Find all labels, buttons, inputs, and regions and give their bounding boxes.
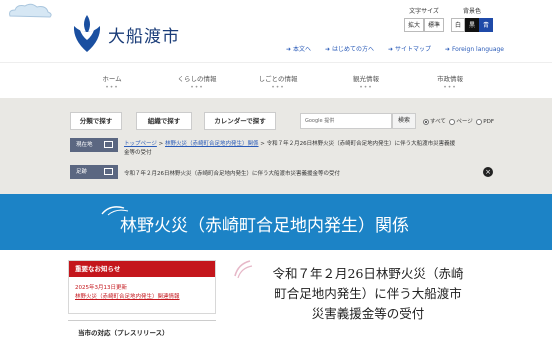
cloud-decoration-icon <box>9 3 52 18</box>
util-link-sitemap[interactable]: ➜ サイトマップ <box>388 46 431 53</box>
bg-white-button[interactable]: 白 <box>451 18 466 32</box>
press-release-heading: 当市の対応（プレスリリース） <box>68 320 216 337</box>
section-banner: 林野火災（赤崎町合足地内発生）関係 <box>0 194 552 250</box>
nav-item-city-admin[interactable]: 市政情報 ••• <box>410 73 490 91</box>
breadcrumb-link-forest-fire[interactable]: 林野火災（赤崎町合足地内発生）関係 <box>165 141 259 147</box>
arrow-right-icon: ➜ <box>324 46 330 53</box>
breadcrumb: トップページ > 林野火災（赤崎町合足地内発生）関係 > 令和７年２月26日林野… <box>124 141 456 156</box>
text-size-label: 文字サイズ <box>409 8 439 15</box>
close-icon[interactable]: × <box>483 167 493 177</box>
site-name[interactable]: 大船渡市 <box>108 22 180 47</box>
utility-links: ➜ 本文へ ➜ はじめての方へ ➜ サイトマップ ➜ Foreign language <box>286 44 516 53</box>
util-link-first-time[interactable]: ➜ はじめての方へ <box>325 46 374 53</box>
arrow-right-icon: ➜ <box>444 46 450 53</box>
text-size-setting: 文字サイズ 拡大 標準 <box>404 6 445 37</box>
bg-blue-button[interactable]: 青 <box>479 18 494 32</box>
footprint-icon <box>104 168 113 175</box>
breadcrumb-current: 令和７年２月26日林野火災（赤崎町合足地内発生）に伴う大船渡市災害義援 <box>266 141 456 147</box>
search-by-calendar-button[interactable]: カレンダーで探す <box>204 112 276 130</box>
nav-item-home[interactable]: ホーム ••• <box>72 73 152 91</box>
arrow-right-icon: ➜ <box>286 46 292 53</box>
location-icon <box>104 141 113 148</box>
scope-radio-page[interactable]: ページ <box>449 118 473 125</box>
search-by-category-button[interactable]: 分類で探す <box>70 112 122 130</box>
breadcrumb-link-top[interactable]: トップページ <box>124 141 157 147</box>
search-submit-button[interactable]: 検索 <box>392 113 416 129</box>
important-notice: 重要なお知らせ 2025年3月13日更新 林野火災（赤崎町合足地内発生）関連情報 <box>68 260 216 314</box>
footprint-tag: 足跡 <box>70 165 118 179</box>
bg-color-setting: 背景色 白黒青 <box>451 6 494 37</box>
global-nav: ホーム ••• くらしの情報 ••• しごとの情報 ••• 観光情報 ••• 市政情報 •… <box>0 62 552 98</box>
site-header: 大船渡市 文字サイズ 拡大 標準 背景色 白黒青 ➜ 本文へ ➜ はじめての方へ ➜ サ… <box>0 0 552 62</box>
text-size-standard-button[interactable]: 標準 <box>424 18 445 32</box>
footprint-link[interactable]: 令和７年２月26日林野火災（赤崎町合足地内発生）に伴う大船渡市災害義援金等の受付 <box>124 169 340 177</box>
radio-selected-icon <box>423 118 429 125</box>
radio-icon <box>476 118 483 125</box>
scope-radio-pdf[interactable]: PDF <box>476 118 494 125</box>
bg-color-label: 背景色 <box>463 8 482 15</box>
breadcrumb-current-cont: 金等の受付 <box>124 150 152 156</box>
nav-item-tourism[interactable]: 観光情報 ••• <box>326 73 406 91</box>
section-title: 林野火災（赤崎町合足地内発生）関係 <box>120 216 409 236</box>
text-size-enlarge-button[interactable]: 拡大 <box>404 18 425 32</box>
notice-link[interactable]: 林野火災（赤崎町合足地内発生）関連情報 <box>69 291 215 301</box>
breadcrumb-tag: 現在地 <box>70 138 118 152</box>
radio-icon <box>449 118 456 125</box>
arrow-right-icon: ➜ <box>387 46 393 53</box>
util-link-main[interactable]: ➜ 本文へ <box>286 46 311 53</box>
site-search-input[interactable]: Google 提供 <box>300 113 392 129</box>
scope-radio-all[interactable]: すべて <box>423 118 446 125</box>
notice-date: 2025年3月13日更新 <box>75 285 127 291</box>
bg-black-button[interactable]: 黒 <box>465 18 480 32</box>
search-by-organization-button[interactable]: 組織で探す <box>136 112 192 130</box>
nav-item-living[interactable]: くらしの情報 ••• <box>157 73 237 91</box>
util-link-foreign-language[interactable]: ➜ Foreign language <box>445 46 504 53</box>
search-scope-radios: すべて ページ PDF <box>423 117 494 125</box>
notice-heading: 重要なお知らせ <box>69 261 215 277</box>
page-title: 令和７年２月26日林野火災（赤崎 町合足地内発生）に伴う大船渡市 災害義援金等の… <box>272 266 464 321</box>
city-emblem-icon[interactable] <box>70 12 104 54</box>
nav-item-business[interactable]: しごとの情報 ••• <box>238 73 318 91</box>
